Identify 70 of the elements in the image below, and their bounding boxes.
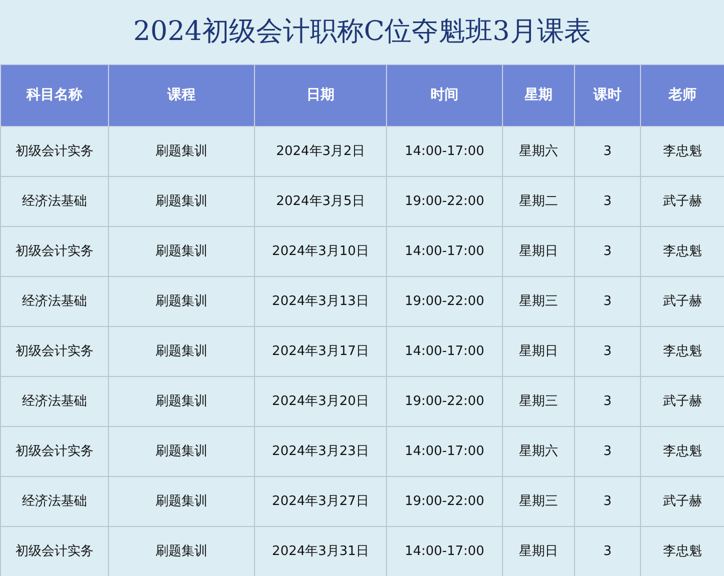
column-header: 日期 <box>254 64 386 126</box>
table-cell: 星期二 <box>502 176 574 226</box>
table-cell: 19:00-22:00 <box>386 476 502 526</box>
table-cell: 李忠魁 <box>640 126 724 176</box>
table-cell: 初级会计实务 <box>0 426 108 476</box>
table-cell: 初级会计实务 <box>0 326 108 376</box>
table-cell: 刷题集训 <box>108 426 254 476</box>
table-cell: 14:00-17:00 <box>386 226 502 276</box>
table-cell: 14:00-17:00 <box>386 526 502 576</box>
table-cell: 14:00-17:00 <box>386 426 502 476</box>
table-cell: 武子赫 <box>640 176 724 226</box>
table-cell: 3 <box>574 126 640 176</box>
table-cell: 2024年3月10日 <box>254 226 386 276</box>
table-cell: 星期六 <box>502 126 574 176</box>
table-cell: 2024年3月5日 <box>254 176 386 226</box>
table-cell: 刷题集训 <box>108 476 254 526</box>
table-cell: 星期日 <box>502 326 574 376</box>
table-cell: 初级会计实务 <box>0 226 108 276</box>
table-cell: 2024年3月13日 <box>254 276 386 326</box>
table-cell: 19:00-22:00 <box>386 276 502 326</box>
table-cell: 14:00-17:00 <box>386 326 502 376</box>
column-header: 时间 <box>386 64 502 126</box>
table-cell: 3 <box>574 526 640 576</box>
table-cell: 刷题集训 <box>108 276 254 326</box>
table-cell: 李忠魁 <box>640 526 724 576</box>
column-header: 科目名称 <box>0 64 108 126</box>
table-cell: 李忠魁 <box>640 226 724 276</box>
table-cell: 3 <box>574 326 640 376</box>
table-cell: 3 <box>574 226 640 276</box>
table-cell: 武子赫 <box>640 476 724 526</box>
table-cell: 2024年3月2日 <box>254 126 386 176</box>
table-cell: 星期日 <box>502 226 574 276</box>
table-cell: 星期三 <box>502 376 574 426</box>
table-cell: 李忠魁 <box>640 326 724 376</box>
table-cell: 3 <box>574 426 640 476</box>
table-cell: 2024年3月23日 <box>254 426 386 476</box>
table-cell: 经济法基础 <box>0 376 108 426</box>
table-cell: 刷题集训 <box>108 226 254 276</box>
table-cell: 3 <box>574 276 640 326</box>
table-cell: 刷题集训 <box>108 126 254 176</box>
column-header: 课时 <box>574 64 640 126</box>
table-cell: 3 <box>574 176 640 226</box>
table-cell: 李忠魁 <box>640 426 724 476</box>
table-cell: 经济法基础 <box>0 176 108 226</box>
column-header: 课程 <box>108 64 254 126</box>
table-cell: 星期三 <box>502 476 574 526</box>
table-cell: 3 <box>574 476 640 526</box>
table-cell: 2024年3月20日 <box>254 376 386 426</box>
table-cell: 3 <box>574 376 640 426</box>
table-cell: 星期日 <box>502 526 574 576</box>
table-cell: 14:00-17:00 <box>386 126 502 176</box>
table-cell: 星期六 <box>502 426 574 476</box>
column-header: 老师 <box>640 64 724 126</box>
table-cell: 刷题集训 <box>108 376 254 426</box>
column-header: 星期 <box>502 64 574 126</box>
table-cell: 刷题集训 <box>108 176 254 226</box>
table-cell: 星期三 <box>502 276 574 326</box>
table-cell: 2024年3月27日 <box>254 476 386 526</box>
table-cell: 19:00-22:00 <box>386 176 502 226</box>
table-cell: 武子赫 <box>640 376 724 426</box>
table-cell: 经济法基础 <box>0 476 108 526</box>
table-cell: 2024年3月17日 <box>254 326 386 376</box>
table-cell: 经济法基础 <box>0 276 108 326</box>
table-cell: 19:00-22:00 <box>386 376 502 426</box>
table-cell: 初级会计实务 <box>0 126 108 176</box>
table-cell: 2024年3月31日 <box>254 526 386 576</box>
table-cell: 刷题集训 <box>108 526 254 576</box>
table-cell: 初级会计实务 <box>0 526 108 576</box>
table-cell: 刷题集训 <box>108 326 254 376</box>
table-cell: 武子赫 <box>640 276 724 326</box>
